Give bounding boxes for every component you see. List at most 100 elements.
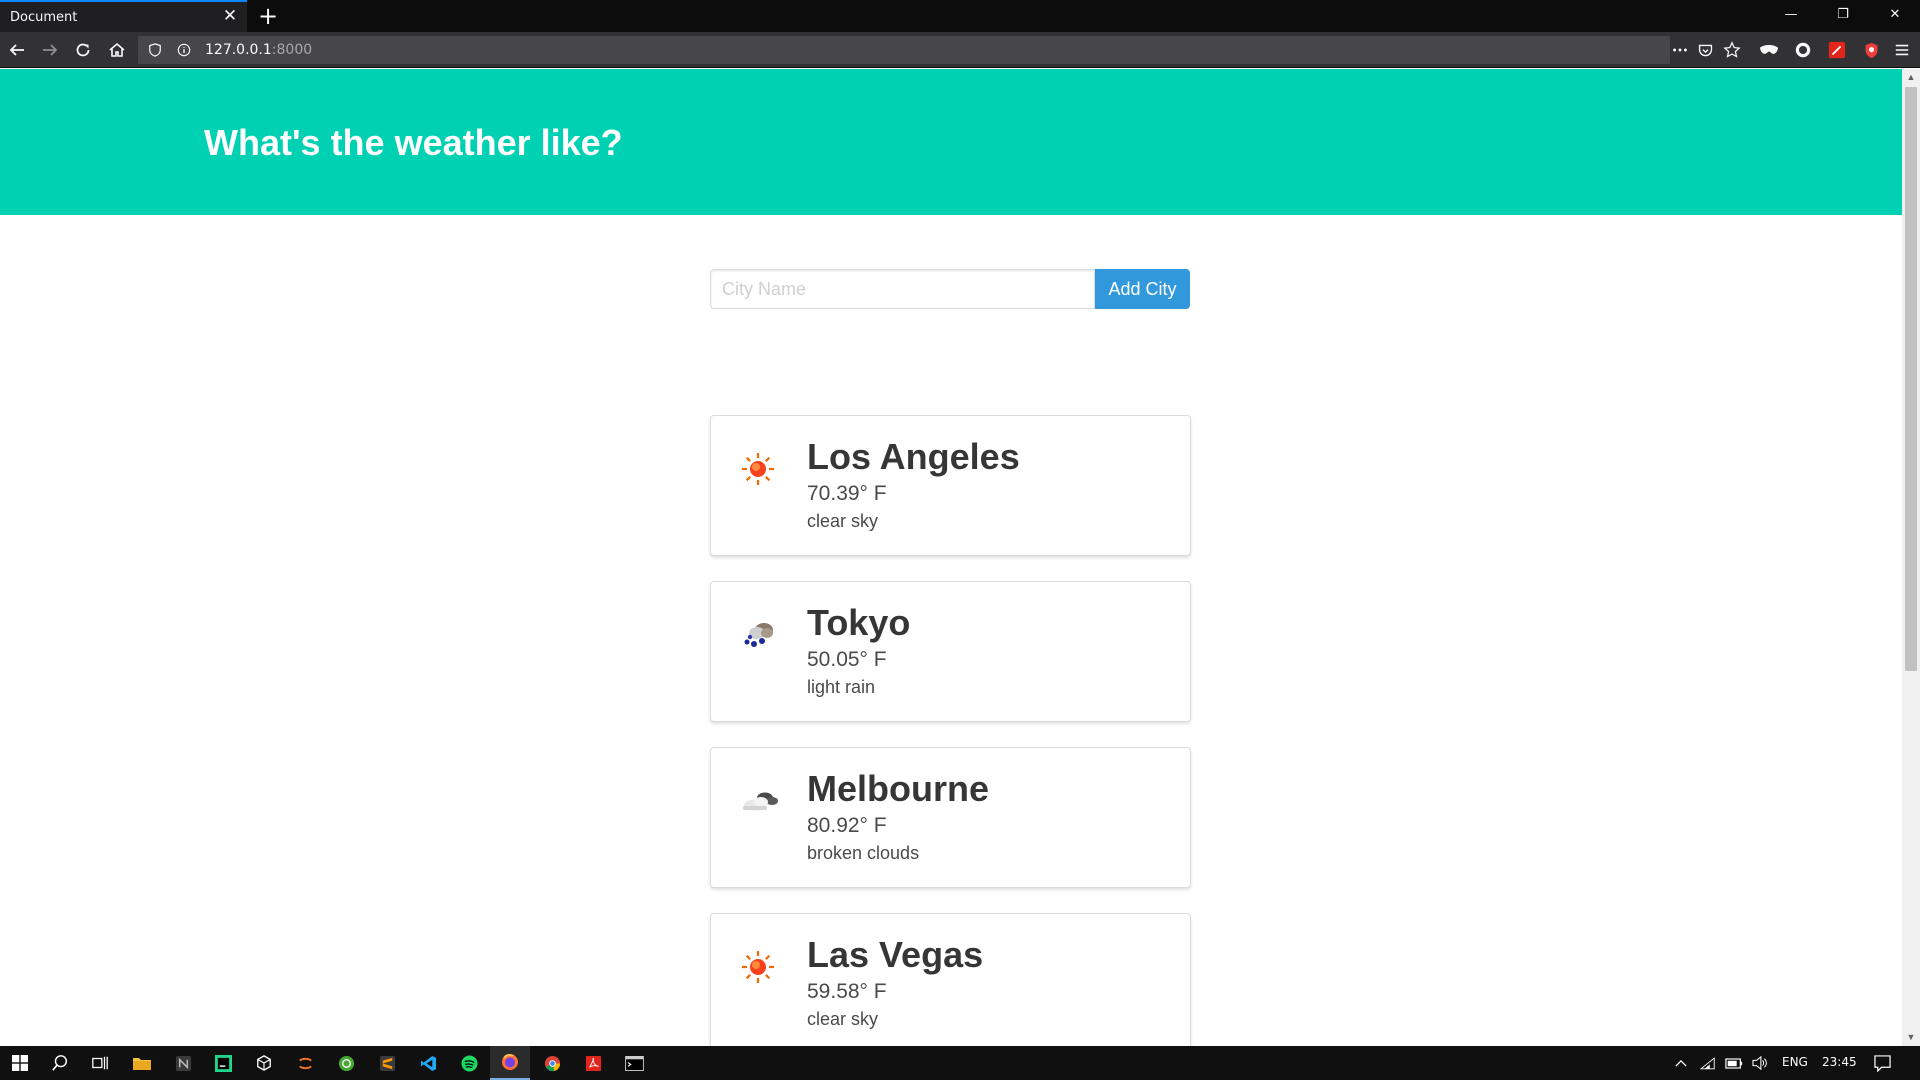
- more-actions-icon[interactable]: [1670, 40, 1690, 60]
- taskbar-jupyter[interactable]: [285, 1046, 325, 1080]
- folder-icon: [133, 1058, 151, 1070]
- city-temperature: 80.92° F: [807, 814, 887, 837]
- taskbar-vscode[interactable]: [408, 1046, 448, 1080]
- spotify-icon: [460, 1054, 478, 1072]
- hero-banner: What's the weather like?: [0, 69, 1902, 215]
- pycharm-icon: [214, 1054, 232, 1072]
- hamburger-menu-icon[interactable]: [1892, 40, 1912, 60]
- show-hidden-icons-chevron-icon[interactable]: [1671, 1053, 1691, 1073]
- back-arrow-icon: [9, 44, 24, 56]
- system-clock[interactable]: 23:45: [1822, 1055, 1857, 1069]
- minimize-button[interactable]: —: [1768, 0, 1814, 32]
- weather-description: light rain: [807, 677, 876, 697]
- scrollbar-thumb[interactable]: [1905, 87, 1917, 671]
- taskbar-notion[interactable]: [163, 1046, 203, 1080]
- unity-icon: [257, 1055, 271, 1071]
- taskbar-sublime[interactable]: [367, 1046, 407, 1080]
- taskbar-chrome[interactable]: [532, 1046, 572, 1080]
- taskbar-spotify[interactable]: [449, 1046, 489, 1080]
- back-button[interactable]: [3, 36, 31, 64]
- weather-description: broken clouds: [807, 843, 920, 863]
- city-temperature: 59.58° F: [807, 980, 887, 1003]
- color-picker-extension-icon[interactable]: [1827, 40, 1847, 60]
- chrome-icon: [544, 1055, 560, 1071]
- weather-card-las-vegas: Las Vegas 59.58° F clear sky: [710, 913, 1191, 1046]
- start-button[interactable]: [0, 1046, 40, 1080]
- navigation-toolbar: 127.0.0.1:8000: [0, 32, 1920, 68]
- weather-card-melbourne: Melbourne 80.92° F broken clouds: [710, 747, 1191, 888]
- browser-tab[interactable]: Document ✕: [0, 0, 247, 32]
- url-text: 127.0.0.1:8000: [205, 42, 312, 58]
- task-view-button[interactable]: [80, 1046, 120, 1080]
- page-viewport: What's the weather like? Add City Los An…: [0, 69, 1902, 1046]
- vscode-icon: [420, 1055, 436, 1071]
- home-button[interactable]: [103, 36, 131, 64]
- scroll-up-arrow-icon[interactable]: ▲: [1902, 69, 1920, 86]
- page-title: What's the weather like?: [204, 122, 623, 163]
- search-icon: [52, 1055, 68, 1071]
- firefox-icon: [502, 1053, 518, 1070]
- jupyter-icon: [298, 1057, 312, 1069]
- private-mask-icon[interactable]: [1759, 40, 1779, 60]
- taskbar-unity[interactable]: [244, 1046, 284, 1080]
- home-icon: [109, 42, 125, 57]
- city-name: Los Angeles: [807, 436, 1020, 477]
- restore-button[interactable]: ❐: [1820, 0, 1866, 32]
- sun-icon: [742, 453, 774, 485]
- taskbar-terminal[interactable]: [614, 1046, 654, 1080]
- shield-icon[interactable]: [145, 40, 165, 60]
- sublime-text-icon: [379, 1055, 395, 1071]
- forward-button[interactable]: [36, 36, 64, 64]
- weather-description: clear sky: [807, 511, 879, 531]
- taskbar-pycharm[interactable]: [203, 1046, 243, 1080]
- notion-icon: [175, 1055, 191, 1071]
- rain-icon: [744, 623, 773, 647]
- search-button[interactable]: [40, 1046, 80, 1080]
- scroll-down-arrow-icon[interactable]: ▼: [1902, 1029, 1920, 1046]
- reload-button[interactable]: [69, 36, 97, 64]
- vertical-scrollbar[interactable]: ▲ ▼: [1902, 69, 1920, 1046]
- pocket-icon[interactable]: [1695, 40, 1715, 60]
- sync-extension-icon[interactable]: [1793, 40, 1813, 60]
- windows-logo-icon: [12, 1055, 28, 1071]
- task-view-icon: [92, 1056, 108, 1070]
- city-name: Las Vegas: [807, 934, 984, 975]
- new-tab-button[interactable]: +: [256, 3, 280, 29]
- city-name: Melbourne: [807, 768, 990, 809]
- url-port: :8000: [271, 42, 313, 58]
- anaconda-icon: [338, 1055, 354, 1071]
- brave-shield-icon[interactable]: [1861, 40, 1881, 60]
- bookmark-star-icon[interactable]: [1722, 40, 1742, 60]
- forward-arrow-icon: [43, 44, 58, 56]
- battery-icon[interactable]: [1724, 1053, 1744, 1073]
- tab-title: Document: [10, 10, 78, 25]
- taskbar-anaconda[interactable]: [326, 1046, 366, 1080]
- sun-icon: [742, 951, 774, 983]
- tab-close-icon[interactable]: ✕: [220, 6, 240, 26]
- url-host: 127.0.0.1: [205, 42, 272, 58]
- taskbar-firefox[interactable]: [490, 1046, 530, 1080]
- taskbar-acrobat[interactable]: [573, 1046, 613, 1080]
- reload-icon: [76, 43, 90, 57]
- wifi-icon[interactable]: [1698, 1053, 1718, 1073]
- terminal-icon: [624, 1055, 644, 1071]
- site-info-icon[interactable]: [174, 40, 194, 60]
- city-name: Tokyo: [807, 602, 911, 643]
- weather-description: clear sky: [807, 1009, 879, 1029]
- input-language-indicator[interactable]: ENG: [1782, 1055, 1808, 1069]
- city-temperature: 50.05° F: [807, 648, 887, 671]
- address-bar[interactable]: 127.0.0.1:8000: [138, 36, 1670, 64]
- add-city-button[interactable]: Add City: [1095, 269, 1190, 309]
- tab-bar: Document ✕ + — ❐ ✕: [0, 0, 1920, 32]
- city-name-input[interactable]: [710, 269, 1095, 309]
- notification-center-icon[interactable]: [1872, 1053, 1892, 1073]
- cloud-icon: [743, 792, 778, 811]
- acrobat-icon: [585, 1055, 601, 1071]
- windows-taskbar: ENG 23:45: [0, 1046, 1920, 1080]
- weather-card-tokyo: Tokyo 50.05° F light rain: [710, 581, 1191, 722]
- volume-icon[interactable]: [1750, 1053, 1770, 1073]
- weather-card-los-angeles: Los Angeles 70.39° F clear sky: [710, 415, 1191, 556]
- city-temperature: 70.39° F: [807, 482, 887, 505]
- taskbar-file-explorer[interactable]: [122, 1046, 162, 1080]
- window-close-button[interactable]: ✕: [1872, 0, 1918, 32]
